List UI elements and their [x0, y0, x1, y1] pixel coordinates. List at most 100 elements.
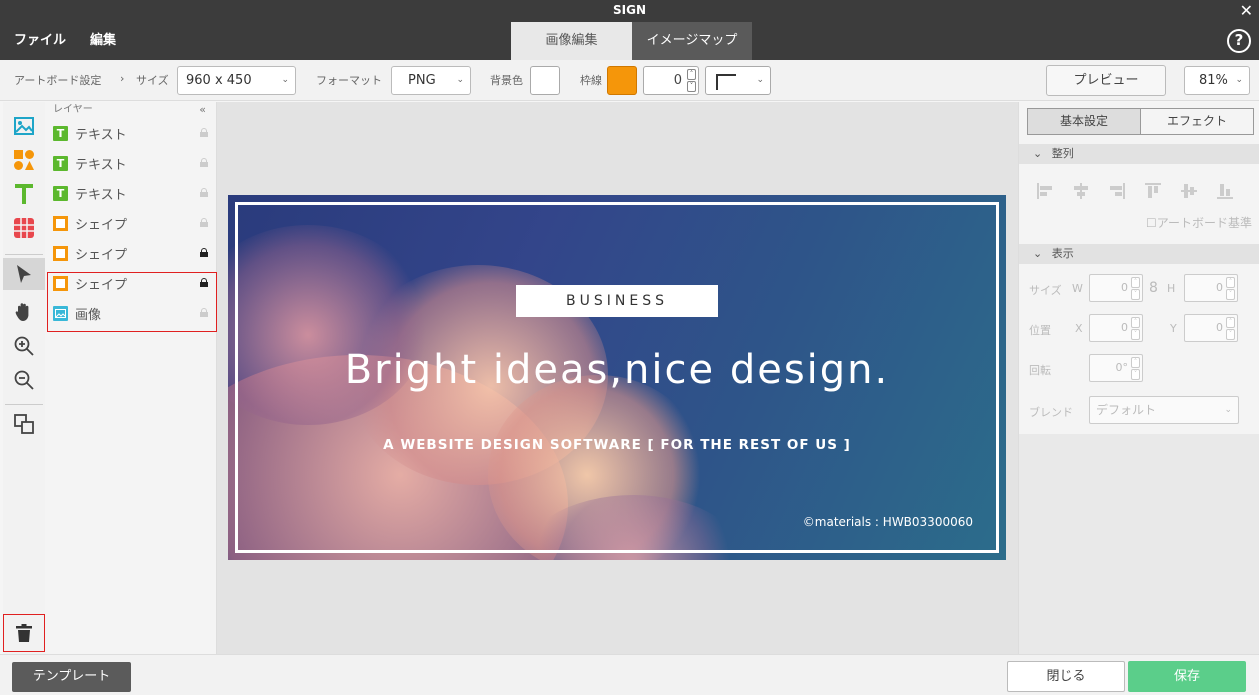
unlock-icon[interactable]	[200, 188, 208, 197]
align-right-icon[interactable]	[1108, 182, 1126, 200]
blend-select[interactable]: デフォルト ⌄	[1089, 396, 1239, 424]
corner-style-icon	[716, 74, 736, 90]
layer-item-shape[interactable]: シェイプ	[45, 238, 216, 268]
properties-tabs: 基本設定 エフェクト	[1027, 108, 1254, 135]
spin-down-icon[interactable]: ˅	[1226, 289, 1235, 300]
chevron-down-icon: ⌄	[281, 75, 289, 85]
tool-divider	[5, 404, 43, 405]
layer-item-text[interactable]: T テキスト	[45, 118, 216, 148]
text-layer-icon: T	[53, 185, 68, 201]
template-button[interactable]: テンプレート	[12, 662, 131, 692]
format-select[interactable]: PNG ⌄	[391, 66, 471, 95]
layer-item-text[interactable]: T テキスト	[45, 178, 216, 208]
blend-label: ブレンド	[1029, 406, 1073, 419]
spin-down-icon[interactable]: ˅	[1226, 329, 1235, 340]
spin-up-icon[interactable]: ˄	[1131, 277, 1140, 288]
title-bar: SIGN ✕	[0, 0, 1259, 22]
select-tool[interactable]	[3, 258, 45, 290]
rotate-input[interactable]: 0° ˄ ˅	[1089, 354, 1143, 382]
text-layer-icon: T	[53, 155, 68, 171]
image-tool[interactable]	[3, 110, 45, 142]
shapes-tool[interactable]	[3, 144, 45, 176]
lock-icon[interactable]	[200, 248, 208, 257]
layer-item-text[interactable]: T テキスト	[45, 148, 216, 178]
spin-down-icon[interactable]: ˅	[687, 81, 696, 92]
y-value: 0	[1216, 321, 1223, 334]
checkbox-icon: ☐	[1145, 216, 1157, 230]
artboard-basis-checkbox[interactable]: ☐アートボード基準	[1146, 214, 1252, 231]
size-select[interactable]: 960 x 450 ⌄	[177, 66, 296, 95]
width-label: W	[1072, 282, 1083, 295]
shapes-icon	[14, 150, 34, 170]
chevron-down-icon: ⌄	[1224, 405, 1232, 415]
spin-up-icon[interactable]: ˄	[1226, 277, 1235, 288]
tab-image-map[interactable]: イメージマップ	[632, 22, 752, 60]
tab-effect[interactable]: エフェクト	[1141, 109, 1253, 134]
tab-image-edit[interactable]: 画像編集	[511, 22, 632, 60]
align-section-header[interactable]: ⌄ 整列	[1019, 144, 1259, 164]
text-tool[interactable]	[3, 178, 45, 210]
collapse-icon[interactable]: «	[199, 102, 206, 118]
height-input[interactable]: 0 ˄ ˅	[1184, 274, 1238, 302]
y-label: Y	[1170, 322, 1177, 335]
menu-bar: ファイル 編集 画像編集 イメージマップ ?	[0, 22, 1259, 60]
image-icon	[14, 117, 34, 135]
spin-up-icon[interactable]: ˄	[1131, 357, 1140, 368]
zoom-out-tool[interactable]	[3, 364, 45, 396]
bg-color-swatch[interactable]	[530, 66, 560, 95]
align-section-title: 整列	[1051, 147, 1074, 160]
help-icon[interactable]: ?	[1227, 29, 1251, 53]
border-color-swatch[interactable]	[607, 66, 637, 95]
position-label: 位置	[1029, 324, 1051, 337]
spin-down-icon[interactable]: ˅	[1131, 329, 1140, 340]
border-style-select[interactable]: ⌄	[705, 66, 771, 95]
display-section-header[interactable]: ⌄ 表示	[1019, 244, 1259, 264]
spin-down-icon[interactable]: ˅	[1131, 369, 1140, 380]
close-icon[interactable]: ✕	[1240, 0, 1253, 22]
zoom-select[interactable]: 81% ⌄	[1184, 66, 1250, 95]
format-label: フォーマット	[316, 74, 382, 87]
rotate-label: 回転	[1029, 364, 1051, 377]
y-input[interactable]: 0 ˄ ˅	[1184, 314, 1238, 342]
subheadline-text[interactable]: A WEBSITE DESIGN SOFTWARE [ FOR THE REST…	[228, 437, 1006, 453]
display-section-title: 表示	[1051, 247, 1074, 260]
artboard-settings-label: アートボード設定	[14, 74, 102, 87]
hand-icon	[15, 303, 29, 321]
link-aspect-icon[interactable]: 8	[1149, 280, 1158, 296]
toolbar: アートボード設定 › サイズ 960 x 450 ⌄ フォーマット PNG ⌄ …	[0, 60, 1259, 101]
align-center-h-icon[interactable]	[1072, 182, 1090, 200]
align-middle-icon[interactable]	[1180, 182, 1198, 200]
width-value: 0	[1121, 281, 1128, 294]
layer-item-shape[interactable]: シェイプ	[45, 208, 216, 238]
align-left-icon[interactable]	[1036, 182, 1054, 200]
headline-text[interactable]: Bright ideas,nice design.	[228, 347, 1006, 393]
spin-up-icon[interactable]: ˄	[1226, 317, 1235, 328]
hand-tool[interactable]	[3, 296, 45, 328]
align-top-icon[interactable]	[1144, 182, 1162, 200]
menu-file[interactable]: ファイル	[14, 22, 66, 60]
save-button[interactable]: 保存	[1128, 661, 1246, 692]
align-bottom-icon[interactable]	[1216, 182, 1234, 200]
arrange-tool[interactable]	[3, 408, 45, 440]
tab-basic-settings[interactable]: 基本設定	[1028, 109, 1141, 134]
blend-value: デフォルト	[1096, 403, 1157, 417]
zoom-in-tool[interactable]	[3, 330, 45, 362]
artboard[interactable]: BUSINESS Bright ideas,nice design. A WEB…	[228, 195, 1006, 560]
menu-edit[interactable]: 編集	[90, 22, 116, 60]
table-tool[interactable]	[3, 212, 45, 244]
border-width-input[interactable]: 0 ˄ ˅	[643, 66, 699, 95]
spin-up-icon[interactable]: ˄	[687, 69, 696, 80]
layer-label: テキスト	[75, 187, 127, 203]
unlock-icon[interactable]	[200, 128, 208, 137]
spin-up-icon[interactable]: ˄	[1131, 317, 1140, 328]
delete-button[interactable]	[3, 614, 45, 652]
x-input[interactable]: 0 ˄ ˅	[1089, 314, 1143, 342]
spin-down-icon[interactable]: ˅	[1131, 289, 1140, 300]
unlock-icon[interactable]	[200, 158, 208, 167]
width-input[interactable]: 0 ˄ ˅	[1089, 274, 1143, 302]
preview-button[interactable]: プレビュー	[1046, 65, 1166, 96]
unlock-icon[interactable]	[200, 218, 208, 227]
close-button[interactable]: 閉じる	[1007, 661, 1125, 692]
canvas-area[interactable]: BUSINESS Bright ideas,nice design. A WEB…	[217, 102, 1018, 654]
business-label[interactable]: BUSINESS	[516, 285, 718, 317]
